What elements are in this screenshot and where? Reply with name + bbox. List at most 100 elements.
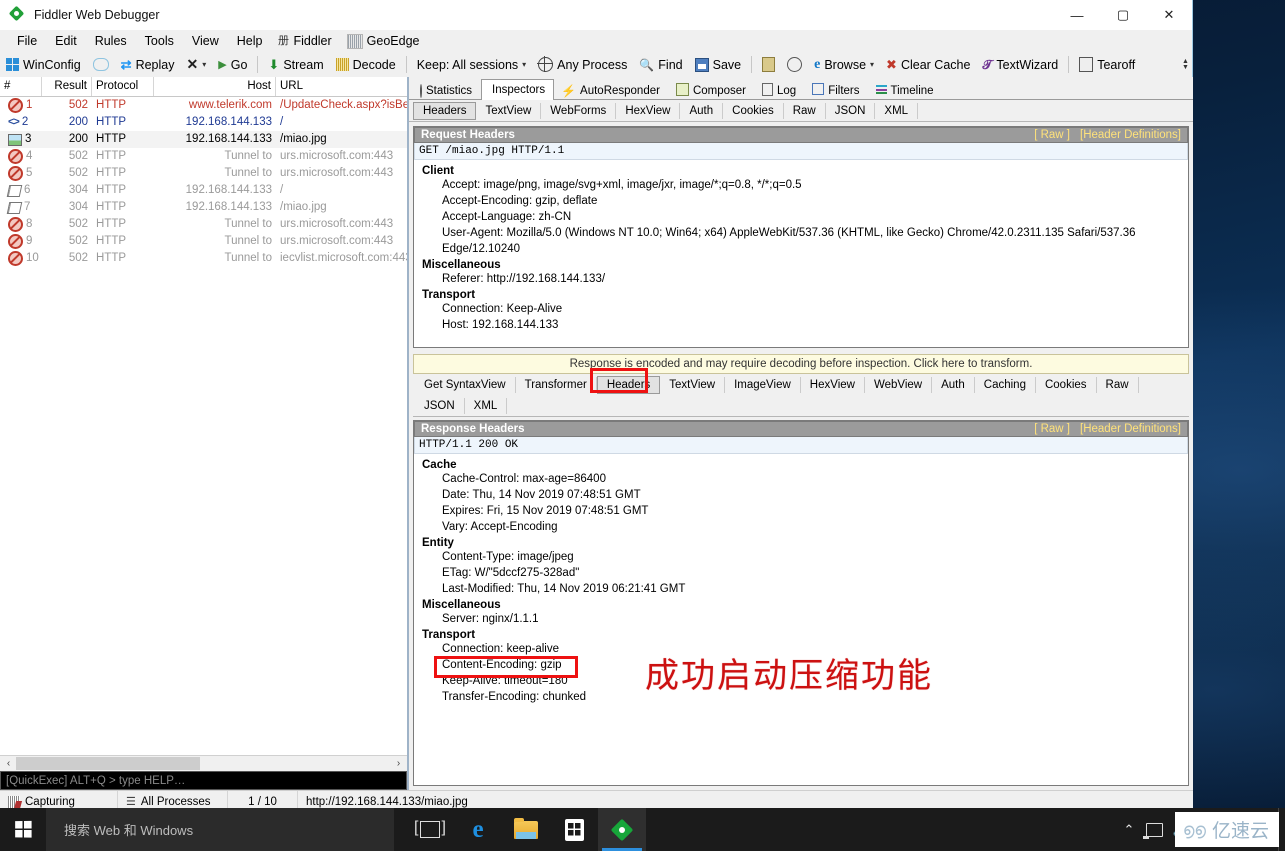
scroll-track[interactable]	[16, 757, 391, 770]
quickexec-input[interactable]: [QuickExec] ALT+Q > type HELP…	[0, 771, 407, 790]
tab-log[interactable]: Log	[755, 81, 805, 99]
column-header-protocol[interactable]: Protocol	[92, 77, 154, 96]
tearoff-button[interactable]: Tearoff	[1073, 55, 1141, 74]
taskbar-store-button[interactable]	[550, 808, 598, 851]
column-header-result[interactable]: Result	[42, 77, 92, 96]
show-desktop-button[interactable]	[1278, 808, 1285, 851]
column-header-host[interactable]: Host	[154, 77, 276, 96]
session-row[interactable]: 1 502 HTTP www.telerik.com/UpdateCheck.aspx…	[0, 97, 407, 114]
response-raw-link[interactable]: [ Raw ]	[1034, 423, 1070, 435]
taskbar-explorer-button[interactable]	[502, 808, 550, 851]
start-button[interactable]	[0, 808, 46, 851]
session-row[interactable]: 3 200 HTTP 192.168.144.133/miao.jpg	[0, 131, 407, 148]
request-tab-headers[interactable]: Headers	[413, 101, 477, 120]
request-tab-textview[interactable]: TextView	[476, 102, 542, 119]
response-tab-headers[interactable]: Headers	[596, 375, 661, 394]
taskbar-search-input[interactable]: 搜索 Web 和 Windows	[46, 808, 394, 851]
response-tab-imageview[interactable]: ImageView	[725, 376, 801, 393]
menu-view[interactable]: View	[183, 32, 228, 50]
find-button[interactable]: 🔍 Find	[633, 56, 688, 74]
tray-expand-icon[interactable]: ⌃	[1116, 808, 1142, 851]
html-code-icon: <>	[8, 116, 20, 128]
session-row[interactable]: 6 304 HTTP 192.168.144.133 /	[0, 182, 407, 199]
menu-rules[interactable]: Rules	[86, 32, 136, 50]
response-tab-webview[interactable]: WebView	[865, 376, 933, 393]
request-raw-link[interactable]: [ Raw ]	[1034, 129, 1070, 141]
session-row[interactable]: 9 502 HTTP Tunnel to urs.microsoft.com:443	[0, 233, 407, 250]
session-row[interactable]: 8 502 HTTP Tunnel to urs.microsoft.com:443	[0, 216, 407, 233]
taskbar-edge-button[interactable]: e	[454, 808, 502, 851]
session-row[interactable]: <> 2 200 HTTP 192.168.144.133 /	[0, 114, 407, 131]
session-row[interactable]: 7 304 HTTP 192.168.144.133/miao.jpg	[0, 199, 407, 216]
session-row[interactable]: 5 502 HTTP Tunnel to urs.microsoft.com:443	[0, 165, 407, 182]
request-tab-auth[interactable]: Auth	[680, 102, 724, 119]
response-tab-cookies[interactable]: Cookies	[1036, 376, 1097, 393]
response-header-definitions-link[interactable]: [Header Definitions]	[1080, 423, 1181, 435]
taskbar-fiddler-button[interactable]	[598, 808, 646, 851]
textwizard-button[interactable]: 𝒯 TextWizard	[976, 55, 1064, 75]
response-tab-auth[interactable]: Auth	[932, 376, 975, 393]
request-tab-raw[interactable]: Raw	[784, 102, 826, 119]
response-encoded-notice[interactable]: Response is encoded and may require deco…	[413, 354, 1189, 374]
clear-cache-button[interactable]: ✖ Clear Cache	[880, 55, 976, 75]
column-header-number[interactable]: #	[0, 77, 42, 96]
request-tab-cookies[interactable]: Cookies	[723, 102, 784, 119]
session-row[interactable]: 4 502 HTTP Tunnel to urs.microsoft.com:443	[0, 148, 407, 165]
response-tab-xml[interactable]: XML	[465, 397, 508, 414]
tab-statistics[interactable]: Statistics	[413, 81, 481, 99]
request-header-group-title: Transport	[422, 289, 476, 301]
browse-button[interactable]: e Browse ▾	[808, 55, 880, 75]
toolbar-overflow-button[interactable]: ▲ ▼	[1179, 52, 1192, 77]
network-icon[interactable]	[1142, 808, 1168, 851]
response-tab-transformer[interactable]: Transformer	[516, 376, 597, 393]
close-button[interactable]: ✕	[1146, 0, 1192, 30]
remove-button[interactable]: ✕ ▾	[181, 54, 213, 75]
folder-icon	[514, 817, 538, 839]
maximize-button[interactable]: ▢	[1100, 0, 1146, 30]
sessions-list[interactable]: 1 502 HTTP www.telerik.com/UpdateCheck.aspx…	[0, 97, 407, 755]
menu-help[interactable]: Help	[228, 32, 272, 50]
winconfig-button[interactable]: WinConfig	[0, 56, 87, 74]
request-tab-webforms[interactable]: WebForms	[541, 102, 617, 119]
session-url: urs.microsoft.com:443	[280, 150, 394, 162]
tab-composer[interactable]: Composer	[669, 81, 755, 99]
response-tab-json[interactable]: JSON	[415, 397, 465, 414]
response-tab-caching[interactable]: Caching	[975, 376, 1036, 393]
sessions-horizontal-scrollbar[interactable]: ‹ ›	[0, 755, 407, 771]
request-tab-hexview[interactable]: HexView	[616, 102, 681, 119]
menu-edit[interactable]: Edit	[46, 32, 86, 50]
menu-file[interactable]: File	[8, 32, 46, 50]
menu-tools[interactable]: Tools	[136, 32, 183, 50]
save-button[interactable]: Save	[689, 56, 748, 74]
menu-fiddler[interactable]: 册 Fiddler	[271, 32, 340, 50]
taskbar-task-view-button[interactable]	[406, 808, 454, 851]
response-tab-hexview[interactable]: HexView	[801, 376, 865, 393]
tab-inspectors[interactable]: Inspectors	[481, 79, 555, 100]
go-button[interactable]: ▶ Go	[212, 56, 253, 74]
any-process-button[interactable]: Any Process	[532, 55, 633, 74]
request-tab-json[interactable]: JSON	[826, 102, 876, 119]
tab-timeline[interactable]: Timeline	[869, 81, 943, 99]
tab-filters[interactable]: Filters	[805, 81, 868, 99]
response-tab-raw[interactable]: Raw	[1097, 376, 1139, 393]
comment-button[interactable]	[87, 56, 115, 73]
decode-button[interactable]: Decode	[330, 56, 402, 74]
scroll-right-icon[interactable]: ›	[391, 758, 406, 769]
scroll-thumb[interactable]	[16, 757, 200, 770]
request-tab-xml[interactable]: XML	[875, 102, 919, 119]
scroll-left-icon[interactable]: ‹	[1, 758, 16, 769]
minimize-button[interactable]: —	[1054, 0, 1100, 30]
column-header-url[interactable]: URL	[276, 77, 407, 96]
response-tab-textview[interactable]: TextView	[660, 376, 726, 393]
keep-sessions-dropdown[interactable]: Keep: All sessions ▾	[411, 56, 532, 74]
timer-button[interactable]	[781, 55, 808, 74]
stream-button[interactable]: ⬇ Stream	[262, 55, 329, 75]
menu-geoedge[interactable]: GeoEdge	[341, 32, 429, 51]
response-tab-get-syntaxview[interactable]: Get SyntaxView	[415, 376, 516, 393]
clipboard-button[interactable]	[756, 55, 781, 74]
tab-autoresponder[interactable]: ⚡ AutoResponder	[554, 81, 669, 99]
session-row[interactable]: 10 502 HTTP Tunnel to iecvlist.microsoft.com…	[0, 250, 407, 267]
request-header-definitions-link[interactable]: [Header Definitions]	[1080, 129, 1181, 141]
replay-button[interactable]: ⇄ Replay	[115, 55, 181, 75]
session-number: <> 2	[0, 114, 42, 131]
